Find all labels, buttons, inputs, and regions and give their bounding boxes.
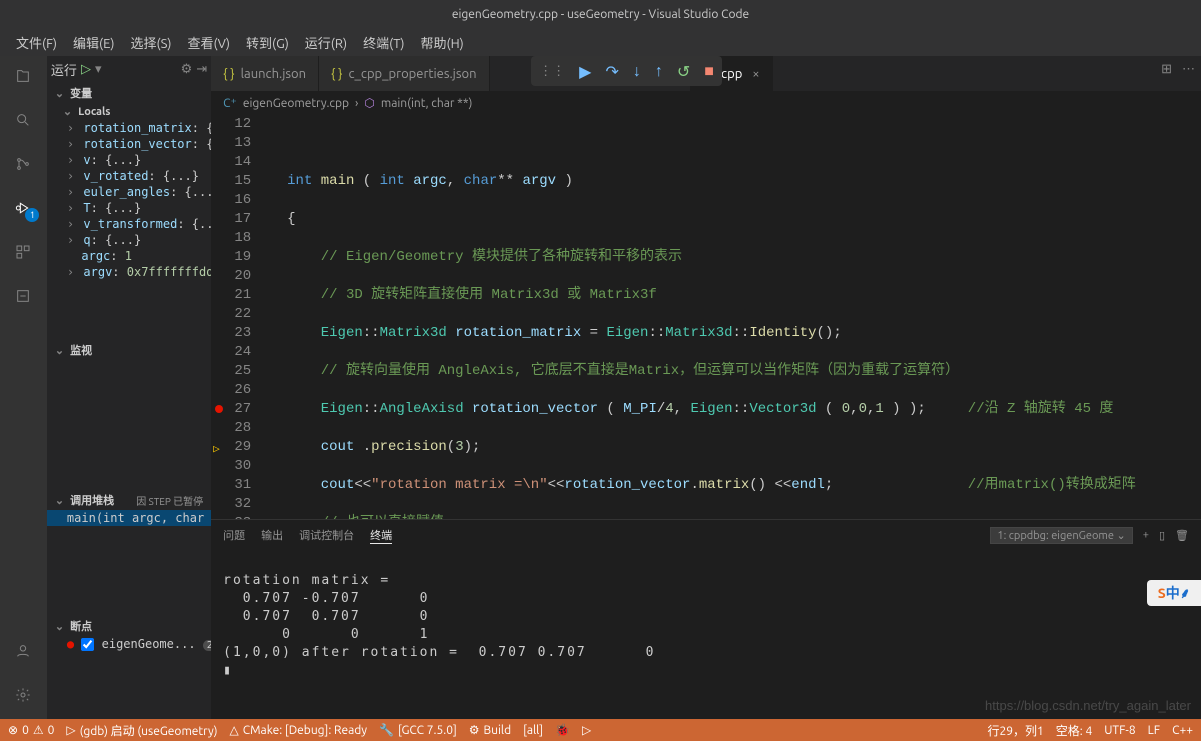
tabs: { }launch.json { }c_cpp_properties.json … bbox=[211, 56, 1201, 91]
editor-actions: ⊞ ⋯ bbox=[1161, 62, 1195, 77]
continue-icon[interactable]: ▶ bbox=[579, 62, 591, 81]
status-run[interactable]: ▷ bbox=[582, 723, 591, 737]
split-terminal-icon[interactable]: ▯ bbox=[1159, 529, 1165, 542]
watch-section[interactable]: ⌄监视 bbox=[47, 340, 211, 360]
menu-go[interactable]: 转到(G) bbox=[238, 33, 297, 52]
titlebar: eigenGeometry.cpp - useGeometry - Visual… bbox=[0, 0, 1201, 28]
restart-icon[interactable]: ↺ bbox=[677, 62, 690, 81]
menubar: 文件(F) 编辑(E) 选择(S) 查看(V) 转到(G) 运行(R) 终端(T… bbox=[0, 28, 1201, 56]
menu-edit[interactable]: 编辑(E) bbox=[65, 33, 122, 52]
code-editor[interactable]: 1213141516171819202122232425262728▷29303… bbox=[211, 115, 1201, 519]
var-item: › v_transformed: {...} bbox=[47, 216, 211, 232]
code-content[interactable]: int main ( int argc, char** argv ) { // … bbox=[271, 115, 1161, 519]
panel-tabs: 问题 输出 调试控制台 终端 1: cppdbg: eigenGeome ⌄ +… bbox=[211, 520, 1201, 550]
status-pos[interactable]: 行29，列1 bbox=[987, 722, 1043, 739]
stop-icon[interactable]: ■ bbox=[704, 62, 714, 81]
problems-tab[interactable]: 问题 bbox=[223, 527, 245, 543]
status-cmake[interactable]: △ CMake: [Debug]: Ready bbox=[230, 723, 368, 737]
extensions-icon[interactable] bbox=[11, 240, 35, 264]
menu-terminal[interactable]: 终端(T) bbox=[355, 33, 412, 52]
search-icon[interactable] bbox=[11, 108, 35, 132]
console-icon[interactable]: ⇥ bbox=[196, 62, 207, 77]
status-build[interactable]: ⚙ Build bbox=[469, 723, 511, 737]
tab-cpp-props[interactable]: { }c_cpp_properties.json bbox=[319, 56, 489, 91]
var-item: › rotation_matrix: {...} bbox=[47, 120, 211, 136]
statusbar: ⊗ 0 ⚠ 0 ▷ (gdb) 启动 (useGeometry) △ CMake… bbox=[0, 719, 1201, 741]
more-icon[interactable]: ⋯ bbox=[1182, 62, 1195, 77]
var-item: › euler_angles: {...} bbox=[47, 184, 211, 200]
status-gcc[interactable]: 🔧 [GCC 7.5.0] bbox=[379, 723, 457, 737]
var-item: › rotation_vector: {...} bbox=[47, 136, 211, 152]
output-tab[interactable]: 输出 bbox=[261, 527, 283, 543]
var-item: › v_rotated: {...} bbox=[47, 168, 211, 184]
var-item: › argv: 0x7fffffffdd38 bbox=[47, 264, 211, 280]
status-debug[interactable]: ▷ (gdb) 启动 (useGeometry) bbox=[66, 722, 217, 739]
menu-file[interactable]: 文件(F) bbox=[8, 33, 65, 52]
status-encoding[interactable]: UTF-8 bbox=[1104, 722, 1135, 739]
debug-toolbar: ⋮⋮ ▶ ↷ ↓ ↑ ↺ ■ bbox=[531, 56, 722, 86]
status-all[interactable]: [all] bbox=[523, 724, 543, 737]
watermark: https://blog.csdn.net/try_again_later bbox=[985, 698, 1191, 713]
run-config: 运行 ▷ ▾ ⚙ ⇥ bbox=[47, 56, 211, 83]
variables-section[interactable]: ⌄变量 bbox=[47, 83, 211, 103]
menu-help[interactable]: 帮助(H) bbox=[413, 33, 472, 52]
scm-icon[interactable] bbox=[11, 152, 35, 176]
status-errors[interactable]: ⊗ 0 ⚠ 0 bbox=[8, 723, 54, 737]
run-label: 运行 bbox=[51, 60, 77, 79]
gear-icon[interactable]: ⚙ bbox=[181, 62, 193, 77]
step-into-icon[interactable]: ↓ bbox=[633, 62, 641, 81]
callstack-section[interactable]: ⌄调用堆栈因 STEP 已暂停 bbox=[47, 490, 211, 510]
compare-icon[interactable]: ⊞ bbox=[1161, 62, 1172, 77]
breakpoint-item[interactable]: ● eigenGeome... 27 bbox=[47, 636, 211, 652]
drag-handle-icon[interactable]: ⋮⋮ bbox=[539, 64, 565, 79]
terminal-selector[interactable]: 1: cppdbg: eigenGeome ⌄ bbox=[990, 527, 1132, 544]
breadcrumb[interactable]: C⁺eigenGeometry.cpp › ⬡ main(int, char *… bbox=[211, 91, 1201, 115]
step-out-icon[interactable]: ↑ bbox=[655, 62, 663, 81]
locals-section[interactable]: ⌄Locals bbox=[47, 103, 211, 120]
gutter: 1213141516171819202122232425262728▷29303… bbox=[211, 115, 271, 519]
start-debug-icon[interactable]: ▷ bbox=[81, 62, 91, 77]
sogou-ime-badge: S 中 ⸙ bbox=[1147, 580, 1201, 606]
kill-terminal-icon[interactable]: 🗑 bbox=[1175, 529, 1189, 542]
callstack-frame[interactable]: main(int argc, char ** bbox=[47, 510, 211, 526]
status-spaces[interactable]: 空格: 4 bbox=[1056, 722, 1092, 739]
breakpoint-glyph[interactable] bbox=[215, 405, 223, 413]
breakpoints-section[interactable]: ⌄断点 bbox=[47, 616, 211, 636]
var-item: › T: {...} bbox=[47, 200, 211, 216]
status-eol[interactable]: LF bbox=[1148, 722, 1160, 739]
window-title: eigenGeometry.cpp - useGeometry - Visual… bbox=[452, 8, 749, 21]
terminal-tab[interactable]: 终端 bbox=[370, 527, 392, 544]
config-dropdown[interactable]: ▾ bbox=[95, 62, 102, 77]
activity-bar: 1 bbox=[0, 56, 47, 719]
tab-launch-json[interactable]: { }launch.json bbox=[211, 56, 319, 91]
minimap[interactable] bbox=[1161, 115, 1201, 519]
new-terminal-icon[interactable]: + bbox=[1143, 529, 1149, 541]
terminal-output[interactable]: rotation matrix = 0.707 -0.707 0 0.707 0… bbox=[211, 550, 1201, 719]
debug-console-tab[interactable]: 调试控制台 bbox=[299, 527, 354, 543]
account-icon[interactable] bbox=[11, 639, 35, 663]
var-item: › q: {...} bbox=[47, 232, 211, 248]
testing-icon[interactable] bbox=[11, 284, 35, 308]
close-icon[interactable]: × bbox=[752, 67, 759, 81]
menu-run[interactable]: 运行(R) bbox=[297, 33, 355, 52]
sidebar: 运行 ▷ ▾ ⚙ ⇥ ⌄变量 ⌄Locals › rotation_matrix… bbox=[47, 56, 211, 719]
status-debug-launch[interactable]: 🐞 bbox=[555, 723, 570, 737]
menu-view[interactable]: 查看(V) bbox=[180, 33, 238, 52]
menu-selection[interactable]: 选择(S) bbox=[123, 33, 180, 52]
explorer-icon[interactable] bbox=[11, 64, 35, 88]
status-lang[interactable]: C++ bbox=[1172, 722, 1193, 739]
settings-icon[interactable] bbox=[11, 683, 35, 707]
var-item: argc: 1 bbox=[47, 248, 211, 264]
debug-icon[interactable]: 1 bbox=[11, 196, 35, 220]
step-over-icon[interactable]: ↷ bbox=[605, 62, 618, 81]
editor-area: { }launch.json { }c_cpp_properties.json … bbox=[211, 56, 1201, 719]
var-item: › v: {...} bbox=[47, 152, 211, 168]
